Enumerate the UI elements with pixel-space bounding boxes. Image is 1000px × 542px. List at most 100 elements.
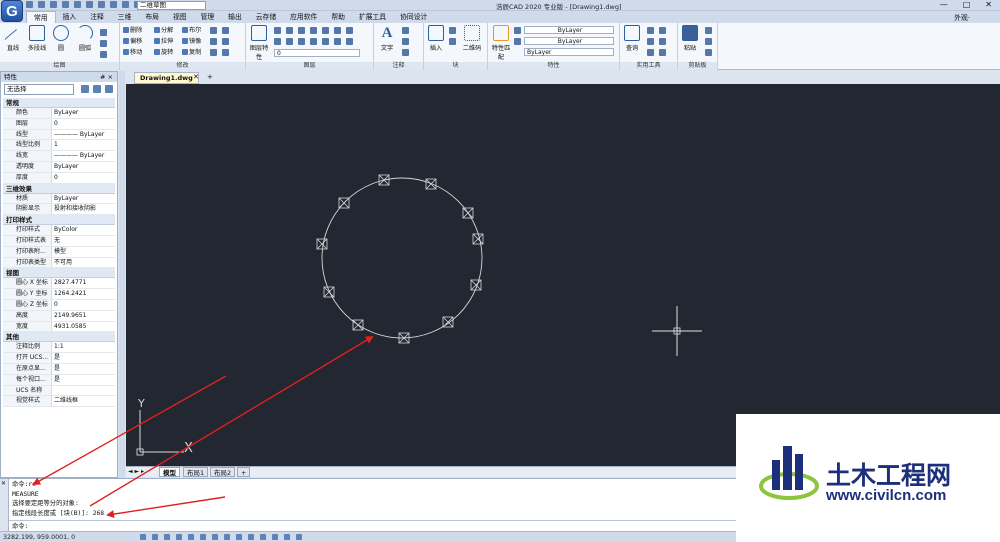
property-section-header[interactable]: 常规 [3, 98, 115, 108]
layer-properties-button[interactable]: 图层特性 [249, 25, 269, 61]
measure-point-marker[interactable] [462, 207, 474, 219]
ribbon-tab[interactable]: 视图 [166, 11, 194, 23]
property-value[interactable]: ———— ByLayer [52, 130, 115, 140]
property-value[interactable]: 二维线框 [52, 396, 115, 406]
property-value[interactable]: ByLayer [52, 108, 115, 118]
property-value[interactable]: ByLayer [52, 194, 115, 204]
ribbon-tab[interactable]: 插入 [56, 11, 84, 23]
property-row[interactable]: UCS 名称 [3, 385, 115, 397]
ribbon-tab[interactable]: 云存储 [249, 11, 283, 23]
measure-point-marker[interactable] [425, 178, 437, 190]
grid-toggle-icon[interactable] [140, 534, 146, 540]
scale-icon[interactable] [222, 49, 229, 56]
boolean-button[interactable]: 布尔 [182, 27, 201, 35]
clean-screen-icon[interactable] [296, 534, 302, 540]
workspace-select[interactable]: 二维草图 [137, 1, 206, 10]
property-value[interactable]: 0 [52, 173, 115, 183]
property-row[interactable]: 在原点显... 是 [3, 363, 115, 375]
property-value[interactable]: 无 [52, 236, 115, 246]
array-icon[interactable] [210, 49, 217, 56]
extend-icon[interactable] [222, 27, 229, 34]
property-row[interactable]: 线型 ———— ByLayer [3, 129, 115, 141]
property-icon-1[interactable] [514, 27, 521, 34]
tab-model[interactable]: 模型 [159, 467, 180, 477]
property-value[interactable]: 模型 [52, 247, 115, 257]
layer-prev-icon[interactable] [346, 27, 353, 34]
layer-state-icon[interactable] [346, 38, 353, 45]
property-section-header[interactable]: 视图 [3, 268, 115, 279]
table-icon[interactable] [402, 49, 409, 56]
property-value[interactable]: 4931.0585 [52, 322, 115, 332]
minimize-button[interactable]: — [940, 0, 948, 9]
layer-select[interactable]: 0 [274, 49, 360, 57]
dimension-icon[interactable] [402, 27, 409, 34]
property-value[interactable]: 0 [52, 119, 115, 129]
line-button[interactable]: 直线 [3, 25, 23, 52]
qrcode-button[interactable]: 二维码 [462, 25, 482, 52]
chamfer-icon[interactable] [222, 38, 229, 45]
property-row[interactable]: 高度 2149.9651 [3, 310, 115, 322]
copy-button[interactable]: 复制 [182, 49, 201, 57]
redo-icon[interactable] [110, 1, 117, 8]
ribbon-tab[interactable]: 应用软件 [283, 11, 324, 23]
rectangle-icon[interactable] [100, 29, 107, 36]
select-all-icon[interactable] [659, 27, 666, 34]
property-row[interactable]: 阴影显示 投射和接收阴影 [3, 204, 115, 216]
match-properties-button[interactable]: 特性匹配 [491, 25, 511, 61]
property-value[interactable]: ———— ByLayer [52, 151, 115, 161]
tab-layout2[interactable]: 布局2 [210, 467, 236, 477]
otrack-toggle-icon[interactable] [200, 534, 206, 540]
preview-icon[interactable] [86, 1, 93, 8]
palette-controls[interactable]: # × [100, 72, 113, 82]
app-logo[interactable]: G [1, 0, 23, 22]
property-row[interactable]: 圆心 X 坐标 2827.4771 [3, 278, 115, 290]
text-button[interactable]: A 文字 [377, 25, 397, 52]
erase-button[interactable]: 删除 [123, 27, 142, 35]
layer-walk-icon[interactable] [310, 38, 317, 45]
property-row[interactable]: 线宽 ———— ByLayer [3, 151, 115, 162]
circle-button[interactable]: 圆 [51, 25, 71, 52]
ribbon-tab[interactable]: 布局 [138, 11, 166, 23]
measure-point-marker[interactable] [472, 233, 484, 245]
quick-select-icon[interactable] [647, 38, 654, 45]
property-row[interactable]: 线型比例 1 [3, 140, 115, 152]
property-row[interactable]: 颜色 ByLayer [3, 108, 115, 119]
close-button[interactable]: ✕ [985, 0, 992, 9]
save-icon[interactable] [50, 1, 57, 8]
leader-icon[interactable] [402, 38, 409, 45]
color-select[interactable]: ByLayer [524, 26, 614, 34]
property-value[interactable]: 2827.4771 [52, 278, 115, 288]
calculator-icon[interactable] [647, 27, 654, 34]
ribbon-tab[interactable]: 扩展工具 [352, 11, 393, 23]
polar-toggle-icon[interactable] [176, 534, 182, 540]
property-value[interactable]: 投射和接收阴影 [52, 204, 115, 214]
property-row[interactable]: 打印表附... 模型 [3, 246, 115, 258]
maximize-button[interactable]: □ [963, 0, 971, 9]
property-value[interactable]: ByColor [52, 225, 115, 235]
isolate-objects-icon[interactable] [284, 534, 290, 540]
property-value[interactable]: 不可用 [52, 258, 115, 268]
layer-match-icon[interactable] [334, 27, 341, 34]
property-row[interactable]: 宽度 4931.0585 [3, 321, 115, 333]
layer-thaw-icon[interactable] [286, 38, 293, 45]
hatch-icon[interactable] [100, 40, 107, 47]
measure-point-marker[interactable] [378, 174, 390, 186]
layer-off-icon[interactable] [274, 38, 281, 45]
transparency-toggle-icon[interactable] [224, 534, 230, 540]
explode-button[interactable]: 分解 [154, 27, 173, 35]
layer-freeze-icon[interactable] [286, 27, 293, 34]
property-value[interactable] [52, 386, 115, 396]
selection-dropdown[interactable]: 无选择 [4, 84, 74, 95]
mirror-button[interactable]: 镜像 [182, 38, 201, 46]
measure-point-marker[interactable] [338, 197, 350, 209]
property-section-header[interactable]: 三维效果 [3, 183, 115, 194]
property-value[interactable]: 1:1 [52, 342, 115, 352]
point-id-icon[interactable] [659, 38, 666, 45]
ribbon-tab[interactable]: 三维 [111, 11, 139, 23]
ribbon-tab[interactable]: 帮助 [324, 11, 352, 23]
ribbon-tab[interactable]: 常用 [26, 11, 56, 23]
measure-point-marker[interactable] [323, 286, 335, 298]
print-icon[interactable] [74, 1, 81, 8]
stretch-button[interactable]: 拉伸 [154, 38, 173, 46]
workspace-switch-icon[interactable] [260, 534, 266, 540]
